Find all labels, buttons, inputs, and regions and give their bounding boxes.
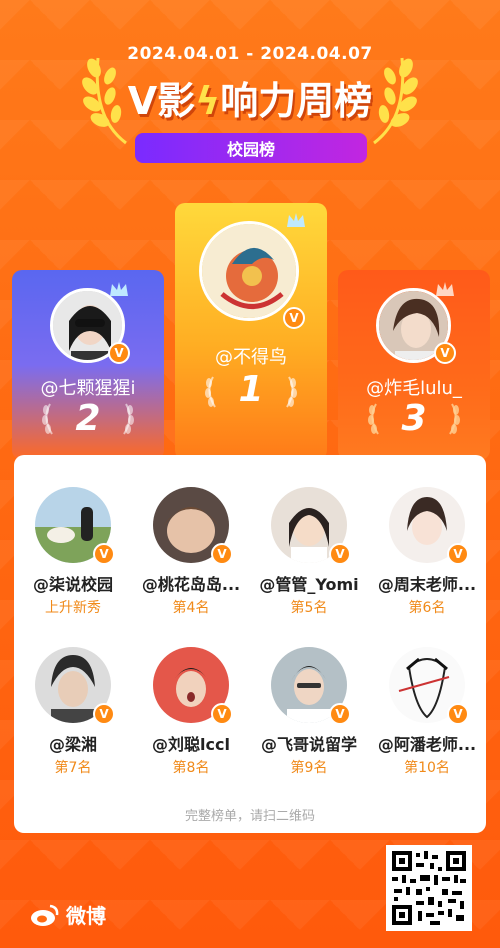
weibo-brand: 微博 — [30, 900, 106, 929]
list-item-name: @桃花岛岛... — [141, 575, 241, 594]
list-item[interactable]: V @柒说校园 上升新秀 — [14, 487, 132, 617]
podium-name: @不得鸟 — [215, 347, 287, 368]
avatar: V — [153, 487, 233, 565]
avatar: V — [35, 487, 115, 565]
list-item-rank: 第8名 — [172, 760, 210, 776]
list-item-rank: 第6名 — [408, 600, 446, 616]
lightning-icon: ϟ — [195, 79, 221, 123]
list-item[interactable]: V @刘聪lccl 第8名 — [132, 647, 250, 777]
list-item-rank: 上升新秀 — [45, 600, 101, 616]
verified-v-icon: V — [447, 543, 469, 565]
list-footer-hint: 完整榜单，请扫二维码 — [184, 809, 315, 824]
list-item-name: @飞哥说留学 — [260, 735, 357, 754]
list-item[interactable]: V @周末老师... 第6名 — [368, 487, 486, 617]
crown-icon — [436, 282, 454, 296]
verified-v-icon: V — [93, 543, 115, 565]
avatar: V — [271, 487, 351, 565]
verified-v-icon: V — [211, 703, 233, 725]
list-item[interactable]: V @桃花岛岛... 第4名 — [132, 487, 250, 617]
weibo-logo-icon — [31, 904, 59, 926]
list-item-name: @周末老师... — [377, 575, 477, 594]
title-suffix: 响力周榜 — [220, 79, 373, 123]
podium-card-rank-3[interactable]: V @炸毛lulu_ 3 — [338, 270, 490, 460]
verified-v-icon: V — [434, 342, 456, 364]
avatar: V — [153, 647, 233, 725]
podium-name: @七颗猩猩i — [40, 378, 136, 399]
list-item-rank: 第10名 — [404, 760, 450, 776]
list-item-name: @梁湘 — [48, 735, 97, 754]
page-title: V影ϟ响力周榜 — [0, 70, 500, 125]
verified-v-icon: V — [283, 307, 305, 329]
verified-v-icon: V — [329, 703, 351, 725]
verified-v-icon: V — [211, 543, 233, 565]
title-prefix: V影 — [127, 79, 196, 123]
avatar: V — [35, 647, 115, 725]
list-item[interactable]: V @梁湘 第7名 — [14, 647, 132, 777]
list-item-rank: 第9名 — [290, 760, 328, 776]
list-item-rank: 第4名 — [172, 600, 210, 616]
rank-number: 2 — [75, 398, 101, 439]
podium-card-rank-2[interactable]: V @七颗猩猩i 2 — [12, 270, 164, 460]
podium-card-rank-1[interactable]: V @不得鸟 1 — [175, 203, 327, 460]
avatar: V — [271, 647, 351, 725]
verified-v-icon: V — [93, 703, 115, 725]
list-item-name: @管管_Yomi — [259, 575, 359, 594]
qr-code-icon — [390, 849, 468, 927]
list-item-rank: 第7名 — [54, 760, 92, 776]
verified-v-icon: V — [329, 543, 351, 565]
avatar: V — [389, 647, 469, 725]
crown-icon — [110, 282, 128, 296]
avatar — [199, 221, 299, 321]
rank-number: 3 — [401, 398, 427, 439]
rank-number: 1 — [238, 369, 264, 410]
list-item-name: @柒说校园 — [32, 575, 113, 594]
podium-name: @炸毛lulu_ — [366, 378, 462, 399]
ranking-list-panel: V @柒说校园 上升新秀 V @桃花岛岛... 第4名 V @管管_Yomi 第… — [14, 455, 486, 833]
category-tag: 校园榜 — [135, 133, 367, 163]
verified-v-icon: V — [108, 342, 130, 364]
brand-name: 微博 — [66, 904, 106, 928]
crown-icon — [287, 213, 305, 227]
date-range: 2024.04.01 - 2024.04.07 — [127, 44, 373, 64]
list-item-rank: 第5名 — [290, 600, 328, 616]
avatar: V — [389, 487, 469, 565]
list-item-name: @刘聪lccl — [152, 735, 230, 754]
qr-code[interactable] — [386, 845, 472, 931]
list-item[interactable]: V @飞哥说留学 第9名 — [250, 647, 368, 777]
verified-v-icon: V — [447, 703, 469, 725]
list-item-name: @阿潘老师... — [377, 735, 477, 754]
list-item[interactable]: V @管管_Yomi 第5名 — [250, 487, 368, 617]
list-item[interactable]: V @阿潘老师... 第10名 — [368, 647, 486, 777]
